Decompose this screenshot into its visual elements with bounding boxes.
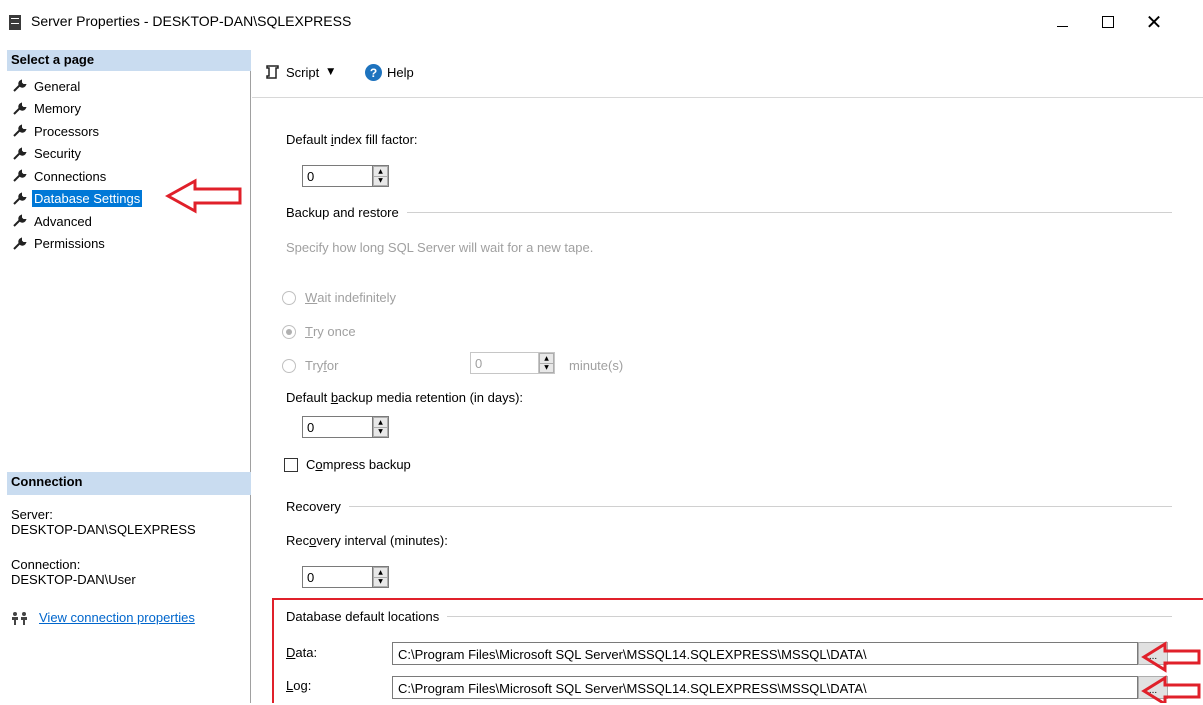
- caret-down-icon[interactable]: ▼: [327, 67, 334, 77]
- wrench-icon: [13, 102, 27, 116]
- sidebar-item-label: Security: [34, 146, 81, 162]
- sidebar-item-label: Memory: [34, 101, 81, 117]
- wrench-icon: [13, 147, 27, 161]
- sidebar-item-general[interactable]: General: [13, 75, 249, 98]
- spin-down-icon[interactable]: ▼: [373, 427, 388, 437]
- select-page-header: Select a page: [7, 50, 251, 71]
- radio-try-once[interactable]: Try once: [282, 324, 356, 339]
- try-for-stepper[interactable]: 0 ▲ ▼: [470, 352, 555, 374]
- page-nav-list: General Memory Processors Security Conne…: [13, 75, 249, 255]
- recovery-interval-label: Recovery interval (minutes):: [286, 533, 448, 548]
- spin-up-icon[interactable]: ▲: [373, 166, 388, 177]
- wrench-icon: [13, 79, 27, 93]
- sidebar-item-permissions[interactable]: Permissions: [13, 233, 249, 256]
- sidebar-item-label: Advanced: [34, 213, 92, 229]
- spin-down-icon[interactable]: ▼: [539, 363, 554, 373]
- spin-up-icon[interactable]: ▲: [373, 567, 388, 578]
- view-connection-properties-link[interactable]: View connection properties: [39, 610, 195, 625]
- close-icon: ✕: [1145, 10, 1163, 34]
- try-for-unit: minute(s): [569, 358, 624, 373]
- connection-label: Connection:: [11, 557, 81, 572]
- spin-down-icon[interactable]: ▼: [373, 176, 388, 186]
- connection-value: DESKTOP-DAN\User: [11, 572, 136, 587]
- maximize-button[interactable]: [1085, 0, 1131, 44]
- radio-try-for[interactable]: Try f or: [282, 358, 338, 373]
- retention-value[interactable]: 0: [303, 417, 372, 437]
- log-location-input[interactable]: C:\Program Files\Microsoft SQL Server\MS…: [392, 676, 1138, 699]
- sidebar-item-label: Permissions: [34, 236, 105, 252]
- close-button[interactable]: ✕: [1131, 0, 1177, 44]
- sidebar-item-label: Processors: [34, 123, 100, 139]
- left-pane: Select a page General Memory Processors …: [7, 50, 251, 703]
- recovery-interval-value[interactable]: 0: [303, 567, 372, 587]
- divider: [447, 616, 1172, 617]
- script-label: Script: [286, 64, 320, 80]
- arrow-annotation-log-path: [1141, 675, 1201, 703]
- maximize-icon: [1102, 16, 1114, 28]
- server-label: Server:: [11, 507, 53, 522]
- spin-down-icon[interactable]: ▼: [373, 577, 388, 587]
- sidebar-item-label: General: [34, 78, 81, 94]
- window-title: Server Properties - DESKTOP-DAN\SQLEXPRE…: [31, 13, 352, 29]
- wrench-icon: [13, 237, 27, 251]
- spin-up-icon[interactable]: ▲: [373, 417, 388, 428]
- log-location-label: Log:: [286, 678, 312, 693]
- data-location-input[interactable]: C:\Program Files\Microsoft SQL Server\MS…: [392, 642, 1138, 665]
- data-location-label: Data:: [286, 645, 318, 660]
- fill-factor-label: Default index fill factor:: [286, 132, 418, 147]
- fill-factor-value[interactable]: 0: [303, 166, 372, 186]
- server-value: DESKTOP-DAN\SQLEXPRESS: [11, 522, 196, 537]
- default-locations-group: Database default locations: [286, 609, 1172, 624]
- title-bar: Server Properties - DESKTOP-DAN\SQLEXPRE…: [0, 0, 1203, 44]
- backup-description: Specify how long SQL Server will wait fo…: [286, 240, 594, 255]
- retention-stepper[interactable]: 0 ▲ ▼: [302, 416, 389, 438]
- wrench-icon: [13, 214, 27, 228]
- server-app-icon: [9, 15, 21, 30]
- radio-wait-indefinitely[interactable]: Wait indefinitely: [282, 290, 396, 305]
- radio-circle: [282, 358, 296, 373]
- try-for-value[interactable]: 0: [471, 353, 538, 373]
- divider: [348, 506, 1172, 507]
- wrench-icon: [13, 169, 27, 183]
- wrench-icon: [13, 192, 27, 206]
- recovery-interval-stepper[interactable]: 0 ▲ ▼: [302, 566, 389, 588]
- toolbar: Script ▼ ? Help: [252, 50, 1203, 98]
- sidebar-item-memory[interactable]: Memory: [13, 98, 249, 121]
- fill-factor-stepper[interactable]: 0 ▲ ▼: [302, 165, 389, 187]
- checkbox-box: [284, 457, 298, 472]
- divider: [406, 212, 1172, 213]
- help-icon: ?: [365, 64, 382, 81]
- compress-backup-checkbox[interactable]: Co mpress backup: [284, 457, 411, 472]
- connection-header: Connection: [7, 472, 251, 495]
- sidebar-item-label: Database Settings: [32, 190, 143, 208]
- help-button[interactable]: ? Help: [365, 64, 414, 81]
- connection-info: Connection: DESKTOP-DAN\User: [11, 557, 136, 587]
- recovery-group: Recovery: [286, 499, 1172, 514]
- help-label: Help: [387, 65, 414, 80]
- sidebar-item-security[interactable]: Security: [13, 143, 249, 166]
- people-icon: [12, 611, 27, 625]
- radio-circle: [282, 290, 296, 305]
- sidebar-item-processors[interactable]: Processors: [13, 120, 249, 143]
- script-button[interactable]: Script ▼: [264, 64, 334, 80]
- minimize-icon: [1056, 25, 1068, 27]
- backup-restore-group: Backup and restore: [286, 205, 1172, 220]
- arrow-annotation-database-settings: [165, 178, 242, 214]
- view-connection-row: View connection properties: [11, 610, 195, 625]
- server-info: Server: DESKTOP-DAN\SQLEXPRESS: [11, 507, 196, 537]
- arrow-annotation-data-path: [1141, 641, 1201, 673]
- sidebar-item-label: Connections: [34, 168, 107, 184]
- wrench-icon: [13, 124, 27, 138]
- spin-up-icon[interactable]: ▲: [539, 353, 554, 364]
- minimize-button[interactable]: [1039, 0, 1085, 44]
- retention-label: Default backup media retention (in days)…: [286, 390, 524, 405]
- database-settings-panel: Default index fill factor: 0 ▲ ▼ Backup a…: [252, 99, 1203, 703]
- radio-circle: [282, 324, 296, 339]
- script-icon: [266, 65, 279, 79]
